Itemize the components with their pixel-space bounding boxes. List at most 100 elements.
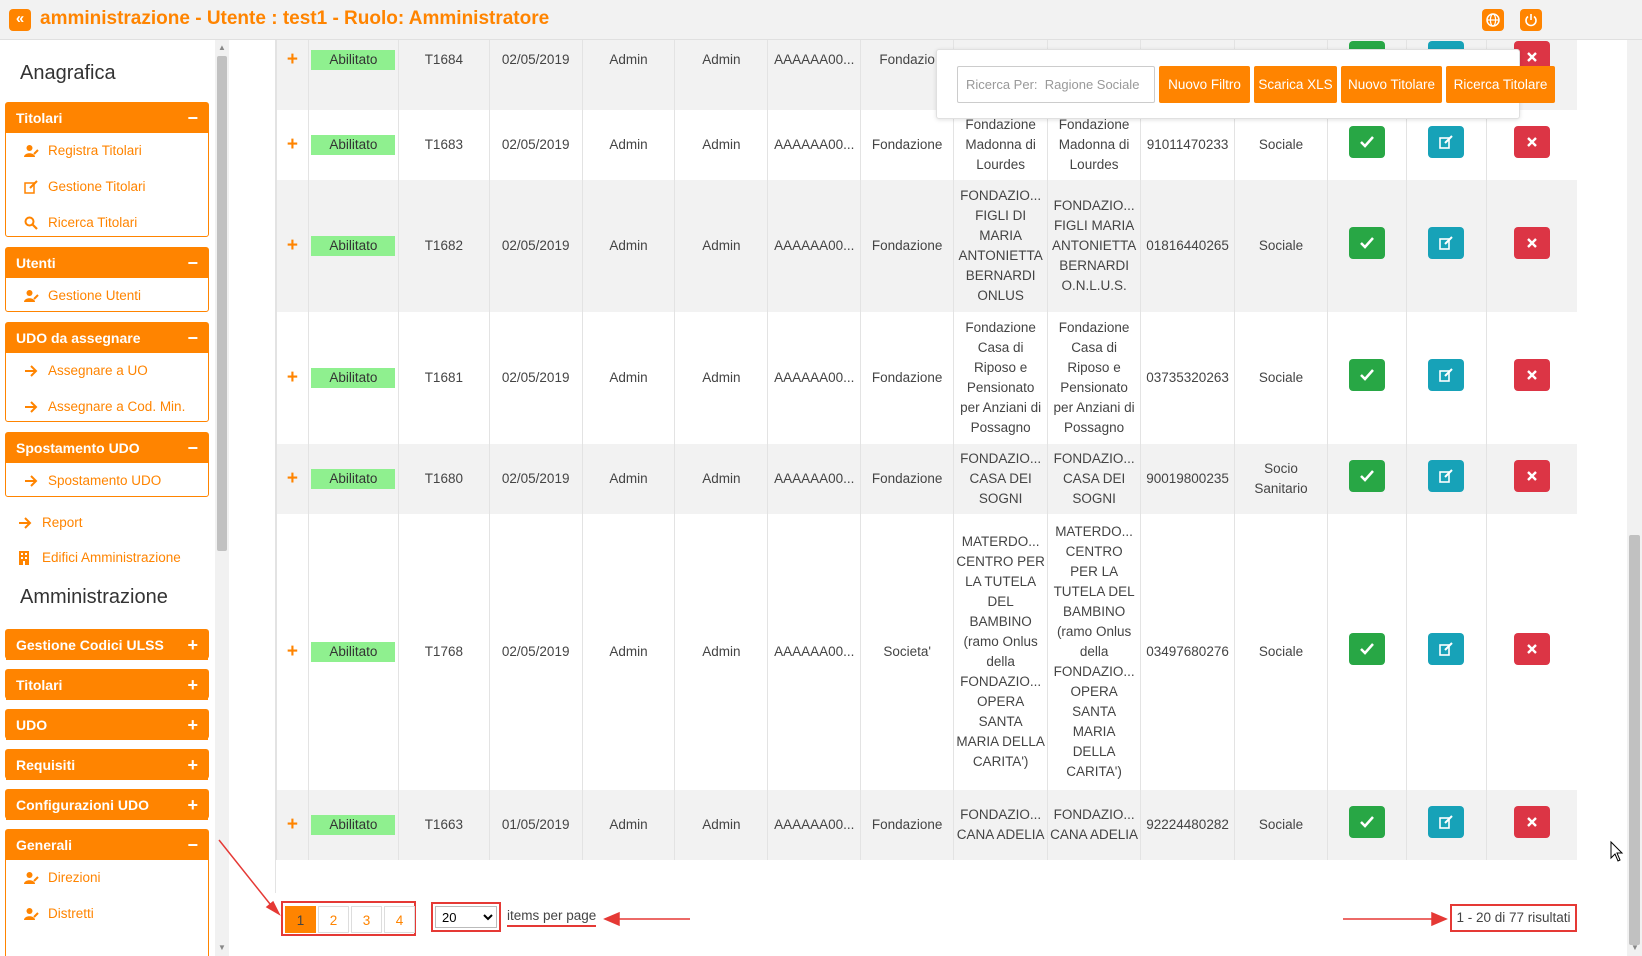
panel-generali: Generali − Direzioni Distretti <box>5 829 209 956</box>
expand-icon[interactable]: + <box>187 670 198 700</box>
approve-button[interactable] <box>1348 359 1385 391</box>
sidebar-link-report[interactable]: Report <box>19 515 83 530</box>
panel-title: Generali <box>16 837 73 853</box>
status-cell: Abilitato <box>307 180 399 312</box>
expand-icon[interactable]: + <box>187 710 198 740</box>
page-size-select[interactable]: 20 <box>435 906 497 928</box>
page-scrollbar[interactable]: ▼ <box>1627 40 1642 956</box>
cell-date: 02/05/2019 <box>488 444 583 514</box>
sidebar-scrollbar[interactable]: ▲ ▼ <box>215 40 229 956</box>
sidebar-item-gestione-titolari[interactable]: Gestione Titolari <box>6 169 208 205</box>
page-4-button[interactable]: 4 <box>384 906 415 933</box>
new-titolare-button[interactable]: Nuovo Titolare <box>1341 66 1442 103</box>
action-cell <box>1485 110 1577 180</box>
expand-icon[interactable]: + <box>187 630 198 660</box>
edit-button[interactable] <box>1428 126 1465 158</box>
action-cell <box>1405 110 1487 180</box>
edit-icon <box>24 180 38 194</box>
edit-button[interactable] <box>1428 359 1465 391</box>
expand-row-icon[interactable]: + <box>276 180 309 312</box>
expand-row-icon[interactable]: + <box>276 790 309 860</box>
panel-admin-udo[interactable]: UDO + <box>5 709 209 740</box>
delete-button[interactable] <box>1513 227 1550 259</box>
expand-row-icon[interactable]: + <box>276 312 309 444</box>
sidebar-item-registra-titolari[interactable]: Registra Titolari <box>6 133 208 169</box>
expand-row-icon[interactable]: + <box>276 40 309 110</box>
panel-gestione-codici-ulss[interactable]: Gestione Codici ULSS + <box>5 629 209 660</box>
delete-button[interactable] <box>1513 633 1550 665</box>
download-xls-button[interactable]: Scarica XLS <box>1254 66 1337 103</box>
user-edit-icon <box>24 908 39 920</box>
cell-type: Fondazione <box>860 110 954 180</box>
approve-button[interactable] <box>1348 227 1385 259</box>
cell-date: 02/05/2019 <box>488 514 583 790</box>
sidebar-item-gestione-utenti[interactable]: Gestione Utenti <box>6 278 208 314</box>
panel-header[interactable]: UDO + <box>6 710 208 740</box>
sidebar-item-distretti[interactable]: Distretti <box>6 896 208 932</box>
delete-button[interactable] <box>1513 126 1550 158</box>
collapse-icon[interactable]: − <box>187 103 198 133</box>
new-filter-button[interactable]: Nuovo Filtro <box>1159 66 1250 103</box>
approve-button[interactable] <box>1348 460 1385 492</box>
expand-icon[interactable]: + <box>187 750 198 780</box>
action-cell <box>1405 444 1487 514</box>
page-scrollbar-thumb[interactable] <box>1629 535 1640 945</box>
page-3-button[interactable]: 3 <box>351 906 382 933</box>
approve-button[interactable] <box>1348 633 1385 665</box>
sidebar-item-direzioni[interactable]: Direzioni <box>6 860 208 896</box>
collapse-sidebar-button[interactable]: « <box>9 9 31 31</box>
expand-row-icon[interactable]: + <box>276 444 309 514</box>
panel-header[interactable]: Gestione Codici ULSS + <box>6 630 208 660</box>
collapse-icon[interactable]: − <box>187 830 198 860</box>
panel-titolari-header[interactable]: Titolari − <box>6 103 208 133</box>
delete-button[interactable] <box>1513 460 1550 492</box>
scroll-down-icon[interactable]: ▼ <box>218 943 226 952</box>
expand-row-icon[interactable]: + <box>276 110 309 180</box>
cell-type: Fondazione <box>860 180 954 312</box>
panel-admin-requisiti[interactable]: Requisiti + <box>5 749 209 780</box>
panel-admin-titolari[interactable]: Titolari + <box>5 669 209 700</box>
sidebar-item-spostamento-udo[interactable]: Spostamento UDO <box>6 463 208 499</box>
panel-admin-configurazioni-udo[interactable]: Configurazioni UDO + <box>5 789 209 820</box>
cell-date: 02/05/2019 <box>488 110 583 180</box>
page-2-button[interactable]: 2 <box>318 906 349 933</box>
panel-header[interactable]: Configurazioni UDO + <box>6 790 208 820</box>
page-1-button[interactable]: 1 <box>285 906 316 933</box>
cell-piva: 03735320263 <box>1140 312 1235 444</box>
close-icon <box>1526 52 1537 62</box>
search-titolare-button[interactable]: Ricerca Titolare <box>1446 66 1555 103</box>
panel-header[interactable]: Requisiti + <box>6 750 208 780</box>
panel-title: Utenti <box>16 255 56 271</box>
scroll-up-icon[interactable]: ▲ <box>218 43 226 52</box>
edit-button[interactable] <box>1428 460 1465 492</box>
panel-udo-header[interactable]: UDO da assegnare − <box>6 323 208 353</box>
power-icon[interactable] <box>1520 9 1542 31</box>
edit-button[interactable] <box>1428 227 1465 259</box>
panel-generali-header[interactable]: Generali − <box>6 830 208 860</box>
sidebar-scrollbar-thumb[interactable] <box>217 56 227 551</box>
approve-button[interactable] <box>1348 126 1385 158</box>
collapse-icon[interactable]: − <box>187 433 198 463</box>
expand-icon[interactable]: + <box>187 790 198 820</box>
sidebar-item-assegnare-cod-min[interactable]: Assegnare a Cod. Min. <box>6 389 208 425</box>
collapse-icon[interactable]: − <box>187 248 198 278</box>
sidebar-link-edifici[interactable]: Edifici Amministrazione <box>19 550 181 565</box>
globe-icon[interactable] <box>1482 9 1504 31</box>
edit-button[interactable] <box>1428 633 1465 665</box>
table-row: + Abilitato T1682 02/05/2019 Admin Admin AAAAA… <box>276 180 1577 312</box>
sidebar-item-ricerca-titolari[interactable]: Ricerca Titolari <box>6 205 208 241</box>
collapse-icon[interactable]: − <box>187 323 198 353</box>
panel-spostamento-header[interactable]: Spostamento UDO − <box>6 433 208 463</box>
scroll-down-icon[interactable]: ▼ <box>1631 943 1639 952</box>
panel-header[interactable]: Titolari + <box>6 670 208 700</box>
edit-button[interactable] <box>1428 806 1465 838</box>
delete-button[interactable] <box>1513 359 1550 391</box>
cell-cf: AAAAAA00... <box>767 110 861 180</box>
sidebar-item-assegnare-uo[interactable]: Assegnare a UO <box>6 353 208 389</box>
panel-utenti-header[interactable]: Utenti − <box>6 248 208 278</box>
approve-button[interactable] <box>1348 806 1385 838</box>
cell-modified-by: Admin <box>674 110 768 180</box>
search-input[interactable] <box>957 66 1155 103</box>
delete-button[interactable] <box>1513 806 1550 838</box>
expand-row-icon[interactable]: + <box>276 514 309 790</box>
